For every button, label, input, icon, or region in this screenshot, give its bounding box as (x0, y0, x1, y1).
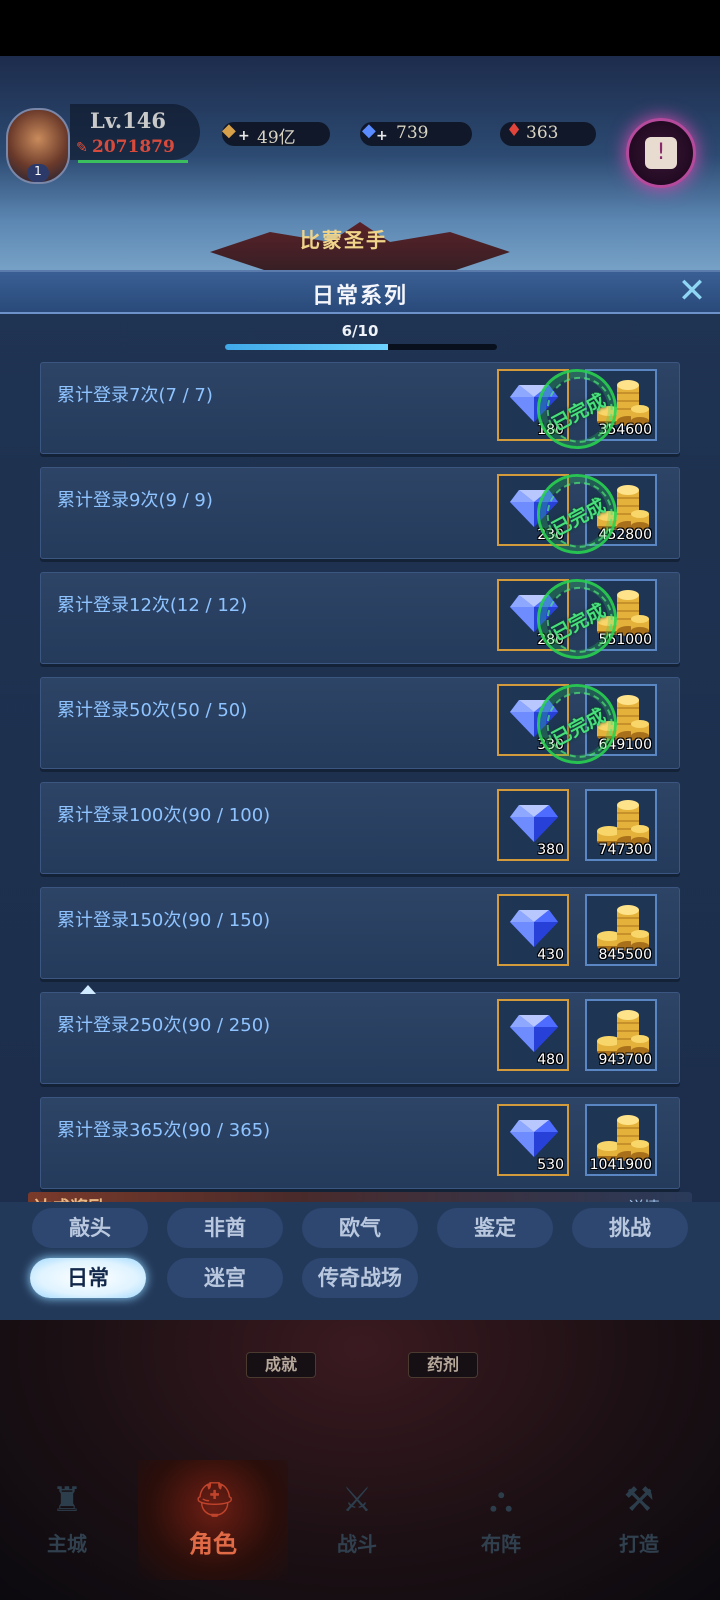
daily-series-modal: 日常系列 ✕ 6/10 累计登录7次(7 / 7) 180 354600 已完成 累计登… (0, 270, 720, 1348)
task-label: 累计登录50次(50 / 50) (57, 700, 248, 721)
modal-header: 日常系列 ✕ (0, 272, 720, 314)
diamond-icon (509, 1013, 559, 1053)
tab-row2-2[interactable]: 迷宫 (167, 1258, 283, 1298)
add-gold-icon[interactable]: + (238, 128, 250, 144)
tab-5[interactable]: 挑战 (572, 1208, 688, 1248)
diamond-icon (509, 908, 559, 948)
tab-4[interactable]: 鉴定 (437, 1208, 553, 1248)
add-diamond-icon[interactable]: + (376, 128, 388, 144)
series-progress-bar (225, 344, 497, 350)
reward-gold[interactable]: 747300 (585, 789, 657, 861)
reward-diamond[interactable]: 380 (497, 789, 569, 861)
anvil-icon: ⚒ (623, 1480, 655, 1520)
nav-label: 布阵 (481, 1532, 521, 1556)
task-label: 累计登录9次(9 / 9) (57, 490, 213, 511)
task-card[interactable]: 累计登录100次(90 / 100) 380 747300 (40, 782, 680, 874)
task-label: 累计登录7次(7 / 7) (57, 385, 213, 406)
resource-diamond-value: 739 (396, 123, 429, 143)
reward-diamond[interactable]: 530 (497, 1104, 569, 1176)
close-icon[interactable]: ✕ (672, 274, 712, 310)
completed-stamp-text: 已完成 (548, 494, 610, 541)
series-progress-label: 6/10 (341, 322, 379, 340)
completed-stamp-text: 已完成 (548, 704, 610, 751)
tab-3[interactable]: 欧气 (302, 1208, 418, 1248)
diamond-icon (509, 1118, 559, 1158)
formation-icon: ⛬ (489, 1480, 513, 1520)
player-level: Lv.146 (90, 108, 167, 133)
game-screen: 比蒙圣手 1 Lv.146 ✎ 2071879 ◆ + 49亿 ◆ + 739 … (0, 0, 720, 1600)
tab-2[interactable]: 非酋 (167, 1208, 283, 1248)
nav-item-2[interactable]: ⛑ 角色 (158, 1470, 268, 1560)
task-label: 累计登录365次(90 / 365) (57, 1120, 271, 1141)
reward-diamond-qty: 430 (537, 947, 564, 963)
tab-row2-1[interactable]: 日常 (30, 1258, 146, 1298)
diamond-icon: ◆ (362, 120, 376, 141)
nav-item-3[interactable]: ⚔ 战斗 (302, 1470, 412, 1560)
resource-blood-gem-value: 363 (526, 123, 559, 143)
nav-item-1[interactable]: ♜ 主城 (12, 1470, 122, 1560)
reward-gold[interactable]: 943700 (585, 999, 657, 1071)
potion-button[interactable]: 药剂 (408, 1352, 478, 1378)
modal-title: 日常系列 (311, 284, 408, 309)
scroll-icon: ! (645, 137, 677, 169)
exp-bar (78, 160, 188, 163)
nav-label: 主城 (47, 1532, 87, 1556)
task-list[interactable]: 累计登录7次(7 / 7) 180 354600 已完成 累计登录9次(9 / 9) 23… (10, 360, 710, 1202)
reward-gold[interactable]: 845500 (585, 894, 657, 966)
power-icon: ✎ (76, 140, 88, 156)
helmet-icon: ⛑ (193, 1480, 237, 1520)
nav-item-5[interactable]: ⚒ 打造 (584, 1470, 694, 1560)
task-card[interactable]: 累计登录12次(12 / 12) 280 551000 已完成 (40, 564, 680, 674)
task-card[interactable]: 累计登录50次(50 / 50) 330 649100 已完成 (40, 669, 680, 779)
achievement-button[interactable]: 成就 (246, 1352, 316, 1378)
task-card[interactable]: 累计登录7次(7 / 7) 180 354600 已完成 (40, 360, 680, 464)
active-tab-caret (80, 985, 96, 994)
nav-item-4[interactable]: ⛬ 布阵 (446, 1470, 556, 1560)
nav-label: 战斗 (337, 1532, 377, 1556)
gold-icon: ◆ (222, 120, 236, 141)
diamond-icon (509, 803, 559, 843)
reward-gold-qty: 747300 (598, 842, 652, 858)
reward-gold-qty: 1041900 (589, 1157, 652, 1173)
tab-1[interactable]: 敲头 (32, 1208, 148, 1248)
reward-gold-qty: 845500 (598, 947, 652, 963)
completed-stamp-text: 已完成 (548, 389, 610, 436)
bottom-nav: ♜ 主城 ⛑ 角色 ⚔ 战斗 ⛬ 布阵 ⚒ 打造 (0, 1460, 720, 1600)
task-card[interactable]: 累计登录365次(90 / 365) 530 1041900 (40, 1097, 680, 1189)
tab-row2-3[interactable]: 传奇战场 (302, 1258, 418, 1298)
reward-gold[interactable]: 1041900 (585, 1104, 657, 1176)
resource-gold-value: 49亿 (257, 128, 296, 148)
reward-gold-qty: 943700 (598, 1052, 652, 1068)
reward-diamond-qty: 530 (537, 1157, 564, 1173)
avatar-rank-badge: 1 (27, 164, 49, 182)
task-label: 累计登录250次(90 / 250) (57, 1015, 271, 1036)
reward-diamond-qty: 380 (537, 842, 564, 858)
banner-text: 比蒙圣手 (300, 228, 388, 252)
nav-label: 打造 (619, 1532, 659, 1556)
reward-diamond-qty: 480 (537, 1052, 564, 1068)
castle-icon: ♜ (51, 1480, 83, 1520)
reward-diamond[interactable]: 430 (497, 894, 569, 966)
task-label: 累计登录12次(12 / 12) (57, 595, 248, 616)
blood-gem-icon: ♦ (506, 120, 523, 141)
task-label: 累计登录150次(90 / 150) (57, 910, 271, 931)
crossed-swords-icon: ⚔ (341, 1480, 373, 1520)
task-label: 累计登录100次(90 / 100) (57, 805, 271, 826)
nav-label: 角色 (189, 1529, 237, 1558)
reward-diamond[interactable]: 480 (497, 999, 569, 1071)
task-card[interactable]: 累计登录150次(90 / 150) 430 845500 (40, 887, 680, 979)
series-progress-fill (225, 344, 389, 350)
completed-stamp-text: 已完成 (548, 599, 610, 646)
task-card[interactable]: 累计登录250次(90 / 250) 480 943700 (40, 992, 680, 1084)
task-card[interactable]: 累计登录9次(9 / 9) 230 452800 已完成 (40, 459, 680, 569)
player-power: 2071879 (92, 137, 175, 157)
